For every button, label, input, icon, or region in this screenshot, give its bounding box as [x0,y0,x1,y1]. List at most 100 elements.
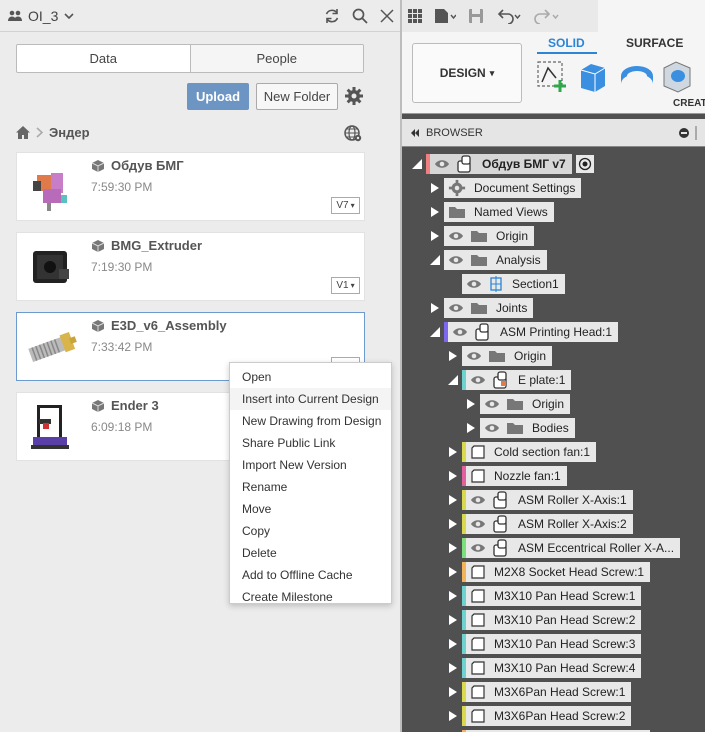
browser-node[interactable]: M3X10 Pan Head Screw:3 [444,633,642,655]
collapsed-triangle-icon[interactable] [462,398,480,410]
browser-node[interactable]: Document Settings [426,177,582,199]
save-icon[interactable] [468,8,484,24]
visibility-eye-icon[interactable] [434,159,450,169]
visibility-eye-icon[interactable] [470,375,486,385]
browser-node-label-box[interactable]: Nozzle fan:1 [466,466,567,486]
close-icon[interactable] [380,8,394,23]
browser-node-label-box[interactable]: Origin [444,226,535,246]
browser-node-label-box[interactable]: Joints [444,298,534,318]
menu-item-move[interactable]: Move [230,498,391,520]
browser-node-label-box[interactable]: M3X10 Pan Head Screw:1 [466,586,642,606]
collapsed-triangle-icon[interactable] [444,518,462,530]
revolve-icon[interactable] [619,62,655,92]
extrude-icon[interactable] [577,58,611,94]
activate-radio-icon[interactable] [575,155,594,173]
tab-data[interactable]: Data [17,45,190,72]
browser-node[interactable]: M3X10 Pan Head Screw:1 [444,585,642,607]
expanded-triangle-icon[interactable] [408,158,426,170]
menu-item-insert-into-current-design[interactable]: Insert into Current Design [230,388,391,410]
browser-node[interactable]: Cold section fan:1 [444,441,597,463]
undo-icon[interactable] [496,8,522,24]
file-card-obduv[interactable]: Обдув БМГ 7:59:30 PM V7 ▾ [16,152,365,221]
tab-solid[interactable]: SOLID [548,36,585,50]
expanded-triangle-icon[interactable] [444,374,462,386]
version-dropdown[interactable]: V1 ▾ [331,277,360,294]
workspace-switcher[interactable]: DESIGN ▾ [412,43,522,103]
browser-node-label-box[interactable]: Analysis [444,250,547,270]
menu-item-copy[interactable]: Copy [230,520,391,542]
browser-node-label-box[interactable]: ASM Printing Head:1 [448,322,619,342]
browser-node[interactable]: Nozzle fan:1 [444,465,567,487]
file-card-bmg-extruder[interactable]: BMG_Extruder 7:19:30 PM V1 ▾ [16,232,365,301]
new-folder-button[interactable]: New Folder [256,83,338,110]
browser-node[interactable]: Origin [462,393,571,415]
menu-item-import-new-version[interactable]: Import New Version [230,454,391,476]
browser-node[interactable]: Analysis [426,249,547,271]
grid-menu-icon[interactable] [408,9,422,23]
upload-button[interactable]: Upload [187,83,249,110]
browser-node-label-box[interactable]: Section1 [462,274,565,294]
browser-node[interactable]: Named Views [426,201,554,223]
menu-item-share-public-link[interactable]: Share Public Link [230,432,391,454]
globe-settings-icon[interactable] [344,124,362,142]
browser-node-label-box[interactable]: M3X6Pan Head Screw:2 [466,706,632,726]
browser-node-label-box[interactable]: M3X10 Pan Head Screw:4 [466,658,642,678]
browser-minimize-icon[interactable] [679,127,689,138]
tab-surface[interactable]: SURFACE [626,36,683,50]
visibility-eye-icon[interactable] [470,519,486,529]
browser-node[interactable]: M3X6Pan Head Screw:1 [444,681,632,703]
hole-icon[interactable] [660,60,694,94]
browser-node-label-box[interactable]: Origin [462,346,553,366]
visibility-eye-icon[interactable] [452,327,468,337]
expanded-triangle-icon[interactable] [426,326,444,338]
browser-node[interactable]: Origin [426,225,535,247]
collapsed-triangle-icon[interactable] [426,302,444,314]
collapsed-triangle-icon[interactable] [426,230,444,242]
collapse-panel-icon[interactable] [410,128,420,137]
browser-node[interactable]: Bodies [462,417,575,439]
browser-node-label-box[interactable]: Обдув БМГ v7 [430,154,572,174]
collapsed-triangle-icon[interactable] [444,662,462,674]
menu-item-new-drawing[interactable]: New Drawing from Design [230,410,391,432]
browser-node-label-box[interactable]: ASM Eccentrical Roller X-A... [466,538,681,558]
browser-node[interactable]: ASM Eccentrical Roller X-A... [444,537,681,559]
browser-node-label-box[interactable]: Document Settings [444,178,582,198]
visibility-eye-icon[interactable] [484,399,500,409]
collapsed-triangle-icon[interactable] [426,206,444,218]
browser-node-label-box[interactable]: Named Views [444,202,554,222]
browser-node[interactable]: M3X6Pan Head Screw:2 [444,705,632,727]
collapsed-triangle-icon[interactable] [444,446,462,458]
tab-people[interactable]: People [189,45,363,72]
collapsed-triangle-icon[interactable] [444,470,462,482]
menu-item-delete[interactable]: Delete [230,542,391,564]
menu-item-create-milestone[interactable]: Create Milestone [230,586,391,608]
expanded-triangle-icon[interactable] [426,254,444,266]
browser-handle[interactable] [695,125,697,140]
create-sketch-icon[interactable] [536,60,570,94]
search-icon[interactable] [352,8,368,24]
browser-node[interactable]: Origin [444,345,553,367]
browser-node-label-box[interactable]: Cold section fan:1 [466,442,597,462]
browser-node-label-box[interactable]: ASM Roller X-Axis:2 [466,514,633,534]
collapsed-triangle-icon[interactable] [444,566,462,578]
visibility-eye-icon[interactable] [466,351,482,361]
collapsed-triangle-icon[interactable] [444,542,462,554]
browser-node-label-box[interactable]: M3X10 Pan Head Screw:2 [466,610,642,630]
collapsed-triangle-icon[interactable] [426,182,444,194]
collapsed-triangle-icon[interactable] [444,590,462,602]
browser-node[interactable]: E plate:1 [444,369,572,391]
menu-item-add-to-offline-cache[interactable]: Add to Offline Cache [230,564,391,586]
breadcrumb-folder[interactable]: Эндер [49,125,90,140]
browser-node-label-box[interactable]: Bodies [480,418,575,438]
browser-node[interactable]: ASM Printing Head:1 [426,321,619,343]
file-menu-icon[interactable] [434,8,456,24]
project-selector[interactable]: OI_3 [8,8,74,24]
visibility-eye-icon[interactable] [448,255,464,265]
browser-node-label-box[interactable]: M3X6Pan Head Screw:1 [466,682,632,702]
browser-node[interactable]: M3X10 Pan Head Screw:4 [444,657,642,679]
browser-node[interactable]: Обдув БМГ v7 [408,153,594,175]
browser-node[interactable]: M3X10 Pan Head Screw:2 [444,609,642,631]
browser-node[interactable]: ASM Roller X-Axis:1 [444,489,633,511]
menu-item-open[interactable]: Open [230,366,391,388]
collapsed-triangle-icon[interactable] [444,686,462,698]
